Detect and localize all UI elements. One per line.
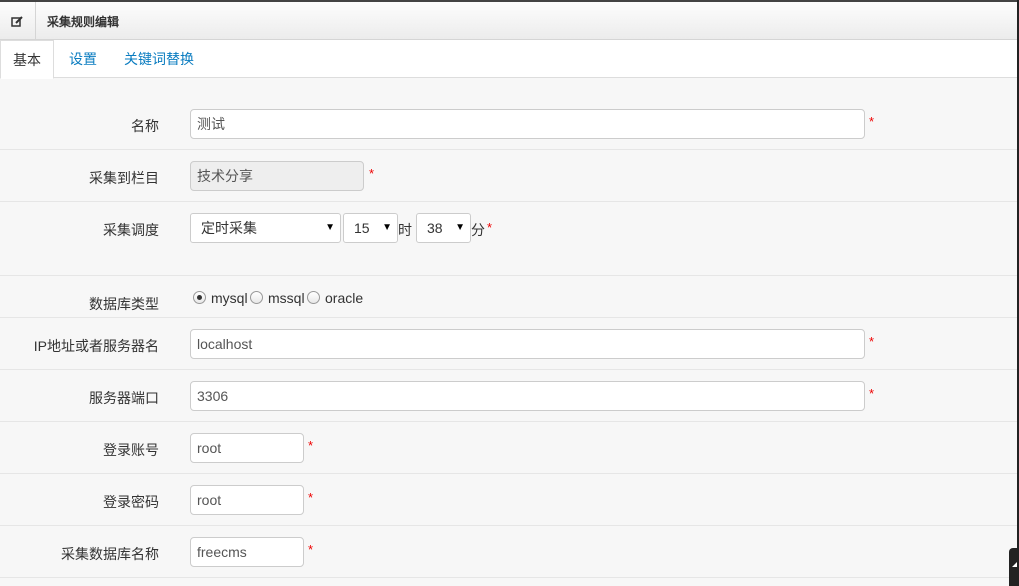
password-input[interactable] — [190, 485, 304, 515]
user-input[interactable] — [190, 433, 304, 463]
hour-unit: 时 — [398, 222, 412, 238]
form-row-host: IP地址或者服务器名 * — [0, 318, 1017, 370]
required-mark: * — [869, 114, 875, 129]
name-label: 名称 — [131, 118, 159, 134]
password-label: 登录密码 — [103, 494, 159, 510]
schedule-mode-value: 定时采集 — [201, 220, 257, 236]
user-label: 登录账号 — [103, 442, 159, 458]
form-row-db-name: 采集数据库名称 * — [0, 526, 1017, 578]
caret-down-icon: ▼ — [325, 222, 335, 233]
host-label: IP地址或者服务器名 — [33, 338, 159, 354]
required-mark: * — [869, 334, 875, 349]
name-input[interactable] — [190, 109, 865, 139]
scroll-corner[interactable] — [1009, 548, 1019, 586]
tab-keyword-replace[interactable]: 关键词替换 — [124, 40, 194, 78]
caret-down-icon: ▼ — [382, 222, 392, 233]
radio-mysql[interactable] — [193, 291, 206, 304]
required-mark: * — [308, 438, 314, 453]
required-mark: * — [869, 386, 875, 401]
hour-value: 15 — [354, 220, 370, 236]
db-name-input[interactable] — [190, 537, 304, 567]
db-type-label: 数据库类型 — [89, 296, 159, 312]
header-icon-box — [0, 2, 36, 40]
port-label: 服务器端口 — [89, 390, 159, 406]
radio-oracle-label: oracle — [325, 290, 364, 306]
radio-mysql-label: mysql — [211, 290, 248, 306]
radio-mssql[interactable] — [250, 291, 263, 304]
required-mark: * — [308, 490, 314, 505]
radio-mssql-label: mssql — [268, 290, 305, 306]
minute-unit: 分 — [471, 222, 485, 238]
form-row-channel: 采集到栏目 * — [0, 150, 1017, 202]
channel-input — [190, 161, 364, 191]
form-row-port: 服务器端口 * — [0, 370, 1017, 422]
caret-down-icon: ▼ — [455, 222, 465, 233]
schedule-mode-select[interactable]: 定时采集 ▼ — [190, 213, 341, 243]
form-row-user: 登录账号 * — [0, 422, 1017, 474]
form-row-password: 登录密码 * — [0, 474, 1017, 526]
form-row-name: 名称 * — [0, 98, 1017, 150]
minute-select[interactable]: 38 ▼ — [416, 213, 471, 243]
required-mark: * — [308, 542, 314, 557]
hour-select[interactable]: 15 ▼ — [343, 213, 398, 243]
tab-basic[interactable]: 基本 — [0, 40, 54, 79]
required-mark: * — [369, 166, 375, 181]
db-name-label: 采集数据库名称 — [61, 546, 159, 562]
channel-label: 采集到栏目 — [89, 170, 159, 186]
required-mark: * — [487, 220, 493, 235]
radio-oracle[interactable] — [307, 291, 320, 304]
host-input[interactable] — [190, 329, 865, 359]
form-row-schedule: 采集调度 定时采集 ▼ 15 ▼ 时 38 ▼ 分 * — [0, 202, 1017, 276]
tab-bar: 基本 设置 关键词替换 — [0, 40, 1017, 79]
panel-header: 采集规则编辑 — [0, 0, 1017, 40]
tab-settings[interactable]: 设置 — [69, 40, 97, 78]
edit-icon — [11, 16, 23, 27]
form-row-db-type: 数据库类型 mysql mssql oracle — [0, 276, 1017, 318]
page-title: 采集规则编辑 — [47, 15, 120, 29]
port-input[interactable] — [190, 381, 865, 411]
schedule-label: 采集调度 — [103, 222, 159, 238]
minute-value: 38 — [427, 220, 443, 236]
